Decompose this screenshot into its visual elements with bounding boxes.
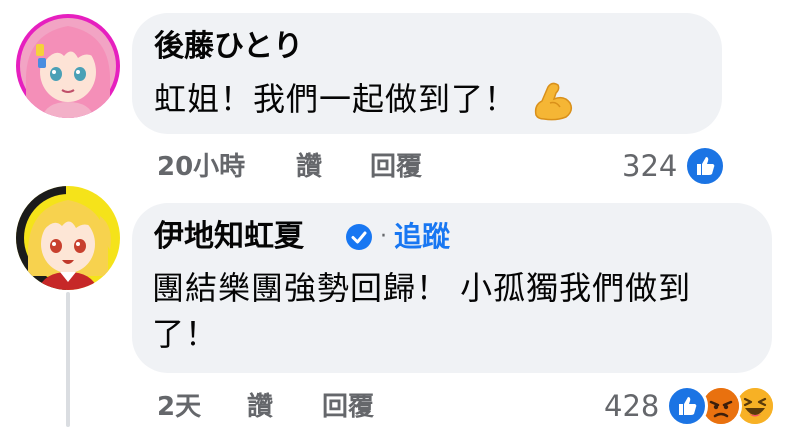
separator-dot: · [380,224,387,249]
flexed-biceps-icon [530,79,574,123]
like-reaction-icon[interactable] [666,385,708,427]
thread-line [66,292,70,427]
reaction-count[interactable]: 324 [622,150,677,182]
like-reaction-icon[interactable] [684,145,726,187]
avatar[interactable] [16,186,120,290]
verified-badge-icon [345,223,373,251]
reply-button[interactable]: 回覆 [370,152,422,182]
comment-timestamp[interactable]: 2天 [157,392,201,422]
reply-button[interactable]: 回覆 [322,392,374,422]
avatar[interactable] [16,14,120,118]
comment-timestamp[interactable]: 20小時 [157,152,245,182]
comment-text: 虹姐！我們一起做到了！ [154,80,518,118]
comment-bubble: 伊地知虹夏 · 追蹤 團結樂團強勢回歸！ 小孤獨我們做到 了！ [132,203,772,373]
like-button[interactable]: 讚 [296,152,322,182]
comment-author[interactable]: 伊地知虹夏 [154,219,304,255]
comment-bubble: 後藤ひとり 虹姐！我們一起做到了！ [132,13,722,134]
comment-author[interactable]: 後藤ひとり [154,29,303,65]
like-button[interactable]: 讚 [247,392,273,422]
comment-text-line-1: 團結樂團強勢回歸！ 小孤獨我們做到 [152,269,692,307]
reaction-count[interactable]: 428 [604,390,659,422]
comment-text-line-2: 了！ [152,315,219,353]
follow-button[interactable]: 追蹤 [394,219,450,255]
